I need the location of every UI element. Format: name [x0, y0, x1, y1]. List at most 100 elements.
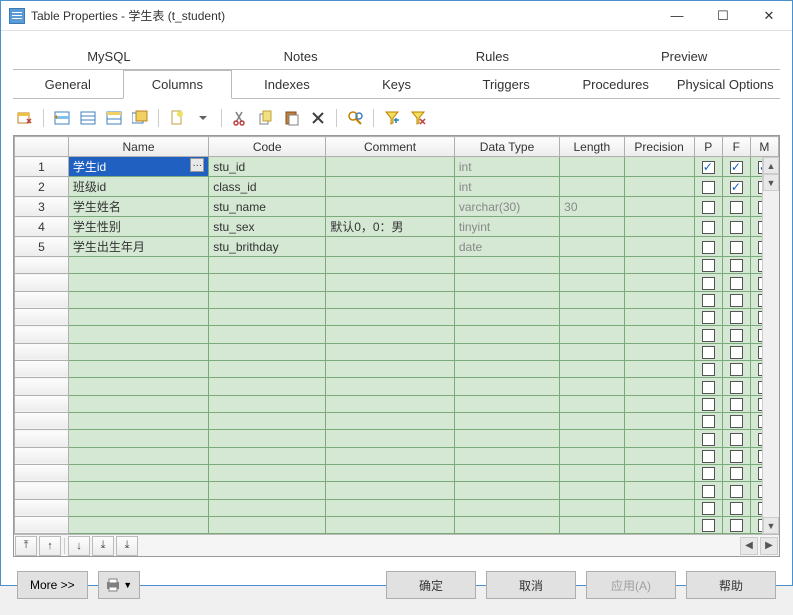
cell-f[interactable] [722, 217, 750, 237]
checkbox[interactable] [730, 181, 743, 194]
scroll-down-icon[interactable]: ▼ [763, 174, 779, 191]
cell-p[interactable] [694, 217, 722, 237]
cell-p[interactable] [694, 177, 722, 197]
checkbox[interactable] [730, 363, 743, 376]
row-number[interactable] [15, 499, 69, 516]
table-row[interactable] [15, 447, 779, 464]
maximize-button[interactable]: ☐ [700, 1, 746, 31]
checkbox[interactable] [702, 433, 715, 446]
checkbox[interactable] [730, 519, 743, 532]
properties-button[interactable] [13, 107, 37, 129]
row-number[interactable] [15, 378, 69, 395]
col-header[interactable]: Comment [326, 137, 455, 157]
row-number[interactable] [15, 326, 69, 343]
table-row[interactable] [15, 360, 779, 377]
tab-preview[interactable]: Preview [588, 42, 780, 70]
table-row[interactable] [15, 378, 779, 395]
cell-code[interactable]: stu_name [209, 197, 326, 217]
checkbox[interactable] [702, 311, 715, 324]
checkbox[interactable] [730, 433, 743, 446]
checkbox[interactable] [730, 161, 743, 174]
col-header[interactable] [15, 137, 69, 157]
find-button[interactable] [343, 107, 367, 129]
tab-physical-options[interactable]: Physical Options [670, 70, 780, 99]
cell-f[interactable] [722, 197, 750, 217]
col-header[interactable]: M [750, 137, 778, 157]
cell-comment[interactable] [326, 237, 455, 257]
print-dropdown-button[interactable]: ▼ [98, 571, 140, 599]
paste-button[interactable] [280, 107, 304, 129]
checkbox[interactable] [702, 241, 715, 254]
ok-button[interactable]: 确定 [386, 571, 476, 599]
cell-datatype[interactable]: int [454, 177, 559, 197]
insert-row-button[interactable] [50, 107, 74, 129]
cell-code[interactable]: class_id [209, 177, 326, 197]
row-number[interactable]: 4 [15, 217, 69, 237]
row-number[interactable]: 3 [15, 197, 69, 217]
table-row[interactable] [15, 464, 779, 481]
row-number[interactable] [15, 412, 69, 429]
checkbox[interactable] [702, 381, 715, 394]
table-row[interactable] [15, 482, 779, 499]
copy-button[interactable] [254, 107, 278, 129]
table-row[interactable] [15, 516, 779, 533]
nav-commit-button[interactable]: ⤓ [116, 536, 138, 556]
checkbox[interactable] [730, 485, 743, 498]
tab-rules[interactable]: Rules [397, 42, 589, 70]
checkbox[interactable] [702, 294, 715, 307]
checkbox[interactable] [702, 181, 715, 194]
tab-notes[interactable]: Notes [205, 42, 397, 70]
table-row[interactable] [15, 308, 779, 325]
cell-length[interactable] [560, 237, 624, 257]
row-number[interactable] [15, 257, 69, 274]
cell-p[interactable] [694, 157, 722, 177]
checkbox[interactable] [730, 381, 743, 394]
cell-length[interactable] [560, 217, 624, 237]
table-row[interactable]: 3学生姓名stu_namevarchar(30)30 [15, 197, 779, 217]
cell-f[interactable] [722, 177, 750, 197]
col-header[interactable]: Precision [624, 137, 694, 157]
table-row[interactable] [15, 343, 779, 360]
row-number[interactable] [15, 395, 69, 412]
tab-procedures[interactable]: Procedures [561, 70, 671, 99]
add-row-button[interactable] [76, 107, 100, 129]
checkbox[interactable] [730, 201, 743, 214]
cell-name[interactable]: 班级id [68, 177, 208, 197]
row-number[interactable] [15, 516, 69, 533]
checkbox[interactable] [730, 329, 743, 342]
scroll-end-icon[interactable]: ▼ [763, 517, 779, 534]
checkbox[interactable] [730, 346, 743, 359]
cell-datatype[interactable]: tinyint [454, 217, 559, 237]
cell-comment[interactable]: 默认0，0：男 [326, 217, 455, 237]
cell-name[interactable]: 学生性别 [68, 217, 208, 237]
checkbox[interactable] [702, 519, 715, 532]
cut-button[interactable] [228, 107, 252, 129]
checkbox[interactable] [702, 398, 715, 411]
tab-indexes[interactable]: Indexes [232, 70, 342, 99]
cell-length[interactable] [560, 157, 624, 177]
tab-keys[interactable]: Keys [342, 70, 452, 99]
table-row[interactable]: 1学生id…stu_idint [15, 157, 779, 177]
checkbox[interactable] [730, 259, 743, 272]
cell-comment[interactable] [326, 177, 455, 197]
checkbox[interactable] [730, 450, 743, 463]
new-button[interactable] [165, 107, 189, 129]
checkbox[interactable] [730, 277, 743, 290]
checkbox[interactable] [702, 485, 715, 498]
table-row[interactable] [15, 326, 779, 343]
table-row[interactable] [15, 257, 779, 274]
checkbox[interactable] [702, 161, 715, 174]
hscroll-left-icon[interactable]: ◀ [740, 537, 758, 555]
nav-down-button[interactable]: ↓ [68, 536, 90, 556]
table-row[interactable] [15, 274, 779, 291]
cell-precision[interactable] [624, 157, 694, 177]
filter-button[interactable] [380, 107, 404, 129]
row-number[interactable] [15, 274, 69, 291]
hscroll-right-icon[interactable]: ▶ [760, 537, 778, 555]
col-header[interactable]: F [722, 137, 750, 157]
tab-mysql[interactable]: MySQL [13, 42, 205, 70]
checkbox[interactable] [702, 502, 715, 515]
scroll-up-icon[interactable]: ▲ [763, 157, 779, 174]
grid-button-3[interactable] [102, 107, 126, 129]
minimize-button[interactable]: — [654, 1, 700, 31]
